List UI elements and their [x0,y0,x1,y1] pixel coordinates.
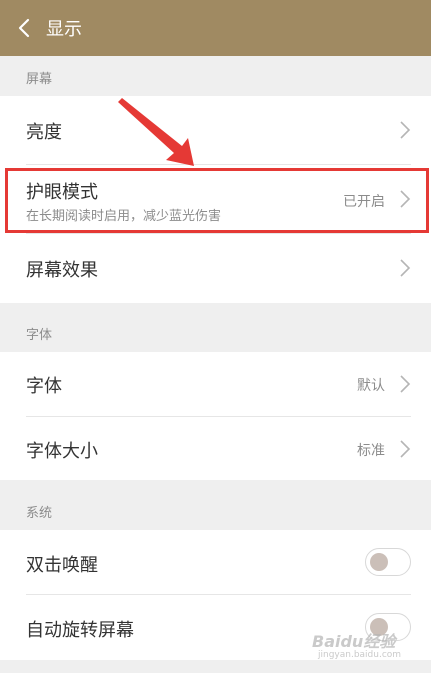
brightness-label: 亮度 [26,122,62,143]
toggle-knob [370,553,388,571]
chevron-right-icon [400,121,411,139]
font-label: 字体 [26,376,62,397]
double-tap-wake-label: 双击唤醒 [26,555,98,576]
brightness-row[interactable]: 亮度 [0,96,431,164]
highlight-annotation-box [5,168,429,233]
section-label-system: 系统 [26,506,53,521]
screen-effect-row[interactable]: 屏幕效果 [0,234,431,303]
auto-rotate-label: 自动旋转屏幕 [26,620,134,641]
font-settings-group: 字体 默认 字体大小 标准 [0,352,431,480]
title-bar: 显示 [0,0,431,56]
watermark-url: jingyan.baidu.com [318,650,402,660]
section-label-font: 字体 [26,328,53,343]
page-title: 显示 [46,19,82,40]
chevron-right-icon [400,259,411,277]
chevron-right-icon [400,440,411,458]
chevron-right-icon [400,375,411,393]
back-chevron-icon [18,18,30,38]
back-button[interactable] [0,0,48,56]
font-value: 默认 [357,378,385,394]
font-size-value: 标准 [357,443,385,459]
screen-effect-label: 屏幕效果 [26,260,98,281]
section-label-screen: 屏幕 [26,72,53,87]
font-row[interactable]: 字体 默认 [0,352,431,416]
double-tap-wake-row: 双击唤醒 [0,530,431,594]
watermark-logo: Baidu经验 [312,632,396,651]
double-tap-wake-toggle[interactable] [365,548,411,576]
font-size-row[interactable]: 字体大小 标准 [0,417,431,480]
font-size-label: 字体大小 [26,441,98,462]
